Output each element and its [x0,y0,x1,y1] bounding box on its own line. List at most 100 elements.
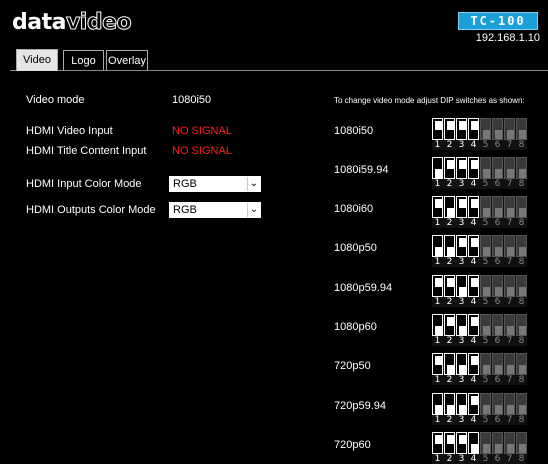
dip-switch-number: 3 [458,297,465,307]
dip-switch: 1 [432,235,443,267]
dip-switch-number: 2 [446,218,453,228]
dip-switch-knob [519,130,526,139]
dip-switch: 3 [456,157,467,189]
dip-switch-number: 4 [470,179,477,189]
dip-switch-knob [435,121,442,130]
dip-switch-knob [519,405,526,414]
dip-switch-number: 5 [482,140,489,150]
chevron-down-icon[interactable]: ⌄ [247,203,260,217]
dip-switch-diagram: 12345678 [432,353,527,385]
dip-switch-number: 3 [458,179,465,189]
dip-switch: 1 [432,157,443,189]
dip-switch-knob [507,247,514,256]
dip-switch-number: 7 [506,415,513,425]
dip-switch: 7 [504,353,515,385]
dip-switch-knob [471,199,478,208]
dip-switch-knob [435,199,442,208]
dip-switch: 8 [516,196,527,228]
dip-switch-number: 8 [518,336,525,346]
dip-switch: 6 [492,196,503,228]
dip-switch-knob [495,326,502,335]
dip-switch: 7 [504,235,515,267]
hdmi-title-input-label: HDMI Title Content Input [26,145,147,157]
outputs-color-mode-select[interactable]: RGB ⌄ [169,202,261,218]
dip-switch-knob [519,247,526,256]
dip-switch: 5 [480,275,491,307]
dip-switch: 8 [516,314,527,346]
dip-switch: 8 [516,432,527,464]
dip-mode-label: 1080p50 [334,242,377,254]
dip-switch-number: 1 [434,140,441,150]
dip-switch-number: 6 [494,297,501,307]
dip-switch-number: 7 [506,179,513,189]
dip-switch: 7 [504,157,515,189]
video-mode-label: Video mode [26,94,85,106]
dip-switch-knob [435,435,442,444]
tab-overlay[interactable]: Overlay [106,50,148,70]
dip-switch-knob [507,405,514,414]
hdmi-video-input-label: HDMI Video Input [26,125,113,137]
dip-mode-label: 1080i59.94 [334,164,389,176]
dip-switch-number: 8 [518,297,525,307]
dip-switch: 4 [468,275,479,307]
dip-switch-number: 5 [482,179,489,189]
dip-switch: 4 [468,314,479,346]
dip-switch: 8 [516,235,527,267]
dip-switch-knob [471,238,478,247]
dip-switch-knob [507,326,514,335]
dip-switch-knob [471,356,478,365]
dip-switch-number: 8 [518,257,525,267]
dip-switch-knob [471,121,478,130]
dip-switch: 6 [492,275,503,307]
input-color-mode-select[interactable]: RGB ⌄ [169,176,261,192]
dip-switch: 4 [468,432,479,464]
dip-switch: 3 [456,353,467,385]
dip-switch-number: 6 [494,218,501,228]
dip-switch-number: 5 [482,415,489,425]
dip-switch-knob [471,278,478,287]
dip-switch: 6 [492,314,503,346]
dip-switch-number: 3 [458,415,465,425]
dip-switch-number: 4 [470,375,477,385]
dip-switch-diagram: 12345678 [432,235,527,267]
dip-switch-number: 1 [434,375,441,385]
dip-switch-diagram: 12345678 [432,157,527,189]
dip-switch: 8 [516,275,527,307]
dip-switch: 3 [456,393,467,425]
dip-switch-number: 7 [506,257,513,267]
ip-address: 192.168.1.10 [475,32,540,44]
dip-switch-knob [447,317,454,326]
chevron-down-icon[interactable]: ⌄ [247,177,260,191]
logo-text-data: data [12,10,66,35]
dip-switch-number: 2 [446,140,453,150]
dip-switch-knob [483,247,490,256]
dip-switch: 6 [492,157,503,189]
video-mode-value: 1080i50 [172,94,212,106]
input-color-mode-label: HDMI Input Color Mode [26,178,142,190]
dip-switch-knob [471,444,478,453]
tab-video[interactable]: Video [16,49,58,71]
dip-switch-knob [495,247,502,256]
dip-switch-number: 1 [434,415,441,425]
dip-switch: 6 [492,118,503,150]
dip-switch-knob [483,208,490,217]
dip-switch-knob [507,287,514,296]
dip-switch: 7 [504,314,515,346]
dip-switch: 4 [468,157,479,189]
dip-switch-number: 6 [494,140,501,150]
tab-logo[interactable]: Logo [63,50,104,70]
dip-switch-knob [447,208,454,217]
dip-switch-number: 7 [506,218,513,228]
dip-switch-knob [435,247,442,256]
dip-switch-number: 6 [494,257,501,267]
dip-switch-knob [471,160,478,169]
dip-switch-number: 5 [482,336,489,346]
dip-switch-knob [459,121,466,130]
dip-switch: 6 [492,353,503,385]
dip-switch-diagram: 12345678 [432,393,527,425]
datavideo-logo: datavideo [12,10,132,36]
dip-switch: 2 [444,196,455,228]
dip-switch: 3 [456,196,467,228]
dip-switch: 1 [432,393,443,425]
dip-switch-number: 1 [434,454,441,464]
